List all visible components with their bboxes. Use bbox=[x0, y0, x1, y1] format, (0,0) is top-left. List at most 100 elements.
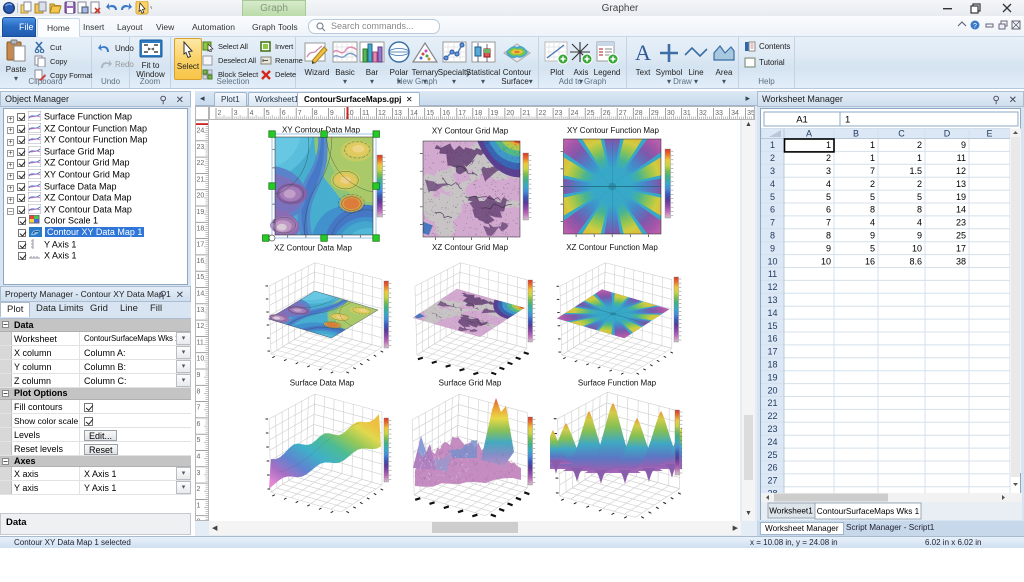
svg-text:5: 5 bbox=[197, 437, 201, 444]
svg-text:18: 18 bbox=[197, 225, 205, 232]
svg-text:A: A bbox=[806, 129, 812, 139]
svg-text:15: 15 bbox=[767, 321, 777, 331]
svg-text:9: 9 bbox=[961, 140, 966, 150]
svg-text:6: 6 bbox=[770, 205, 775, 215]
svg-text:8: 8 bbox=[826, 231, 831, 241]
svg-text:35: 35 bbox=[747, 110, 754, 117]
svg-text:13: 13 bbox=[767, 295, 777, 305]
svg-text:6: 6 bbox=[197, 421, 201, 428]
svg-text:11: 11 bbox=[768, 269, 777, 279]
svg-text:5: 5 bbox=[826, 192, 831, 202]
svg-text:5: 5 bbox=[770, 192, 775, 202]
svg-text:A1: A1 bbox=[796, 115, 808, 126]
svg-text:3: 3 bbox=[770, 166, 775, 176]
svg-text:5: 5 bbox=[870, 192, 875, 202]
svg-text:24: 24 bbox=[767, 437, 777, 447]
svg-text:4: 4 bbox=[770, 179, 775, 189]
svg-text:4: 4 bbox=[197, 454, 201, 461]
svg-text:24: 24 bbox=[197, 128, 205, 135]
svg-text:9: 9 bbox=[197, 372, 201, 379]
svg-text:8: 8 bbox=[870, 205, 875, 215]
svg-text:XY Contour Function Map: XY Contour Function Map bbox=[567, 126, 659, 135]
svg-text:7: 7 bbox=[826, 218, 831, 228]
svg-text:3: 3 bbox=[234, 110, 238, 117]
svg-text:E: E bbox=[986, 129, 992, 139]
svg-text:1: 1 bbox=[917, 153, 922, 163]
svg-text:14: 14 bbox=[197, 291, 205, 298]
svg-text:C: C bbox=[898, 129, 905, 139]
svg-text:10: 10 bbox=[912, 243, 922, 253]
svg-text:15: 15 bbox=[197, 274, 205, 281]
svg-text:8: 8 bbox=[197, 388, 201, 395]
svg-text:23: 23 bbox=[767, 424, 777, 434]
svg-text:13: 13 bbox=[956, 179, 966, 189]
svg-text:11: 11 bbox=[197, 339, 204, 346]
svg-text:Surface Grid Map: Surface Grid Map bbox=[439, 379, 502, 388]
svg-text:12: 12 bbox=[197, 323, 205, 330]
svg-text:7: 7 bbox=[298, 110, 302, 117]
svg-text:12: 12 bbox=[956, 166, 966, 176]
svg-text:4: 4 bbox=[250, 110, 254, 117]
svg-text:XZ Contour Data Map: XZ Contour Data Map bbox=[274, 244, 352, 253]
svg-text:4: 4 bbox=[870, 218, 875, 228]
svg-text:D: D bbox=[944, 129, 951, 139]
svg-text:1: 1 bbox=[870, 153, 875, 163]
svg-text:1: 1 bbox=[197, 502, 201, 509]
svg-text:38: 38 bbox=[956, 256, 966, 266]
svg-text:2: 2 bbox=[826, 153, 831, 163]
svg-text:19: 19 bbox=[767, 372, 777, 382]
svg-text:Worksheet1: Worksheet1 bbox=[769, 507, 813, 516]
svg-text:27: 27 bbox=[767, 476, 777, 486]
svg-text:7: 7 bbox=[197, 405, 201, 412]
svg-text:9: 9 bbox=[330, 110, 334, 117]
svg-text:16: 16 bbox=[767, 334, 777, 344]
svg-text:1: 1 bbox=[870, 140, 875, 150]
svg-text:Surface Data Map: Surface Data Map bbox=[290, 379, 355, 388]
svg-text:8.6: 8.6 bbox=[909, 256, 922, 266]
svg-text:Surface Function Map: Surface Function Map bbox=[578, 379, 657, 388]
svg-text:2: 2 bbox=[917, 179, 922, 189]
svg-text:16: 16 bbox=[197, 258, 205, 265]
svg-text:10: 10 bbox=[821, 256, 831, 266]
svg-text:3: 3 bbox=[826, 166, 831, 176]
svg-text:19: 19 bbox=[956, 192, 966, 202]
svg-text:18: 18 bbox=[767, 360, 777, 370]
svg-text:9: 9 bbox=[917, 231, 922, 241]
svg-text:17: 17 bbox=[956, 243, 966, 253]
svg-text:10: 10 bbox=[197, 356, 205, 363]
svg-text:22: 22 bbox=[767, 411, 777, 421]
svg-text:17: 17 bbox=[767, 347, 777, 357]
svg-text:14: 14 bbox=[956, 205, 966, 215]
svg-text:1: 1 bbox=[826, 140, 831, 150]
svg-text:20: 20 bbox=[767, 385, 777, 395]
svg-text:ContourSurfaceMaps Wks 1: ContourSurfaceMaps Wks 1 bbox=[817, 507, 920, 516]
svg-text:11: 11 bbox=[957, 153, 966, 163]
svg-text:7: 7 bbox=[870, 166, 875, 176]
svg-text:5: 5 bbox=[917, 192, 922, 202]
svg-text:23: 23 bbox=[197, 144, 205, 151]
svg-text:22: 22 bbox=[197, 160, 205, 167]
svg-text:2: 2 bbox=[917, 140, 922, 150]
svg-text:?: ? bbox=[973, 23, 977, 30]
svg-text:5: 5 bbox=[870, 243, 875, 253]
svg-text:0: 0 bbox=[197, 519, 201, 520]
svg-text:16: 16 bbox=[865, 256, 875, 266]
svg-text:4: 4 bbox=[917, 218, 922, 228]
svg-text:1: 1 bbox=[845, 115, 850, 126]
svg-text:14: 14 bbox=[767, 308, 777, 318]
svg-text:7: 7 bbox=[770, 218, 775, 228]
svg-text:10: 10 bbox=[767, 256, 777, 266]
svg-text:XY Contour Grid Map: XY Contour Grid Map bbox=[432, 127, 509, 136]
svg-text:20: 20 bbox=[197, 193, 205, 200]
svg-text:2: 2 bbox=[218, 110, 222, 117]
svg-text:25: 25 bbox=[767, 450, 777, 460]
svg-text:3: 3 bbox=[197, 470, 201, 477]
svg-text:2: 2 bbox=[197, 486, 201, 493]
svg-text:5: 5 bbox=[266, 110, 270, 117]
svg-text:23: 23 bbox=[956, 218, 966, 228]
svg-text:19: 19 bbox=[197, 209, 205, 216]
svg-text:21: 21 bbox=[767, 398, 777, 408]
svg-text:B: B bbox=[853, 129, 859, 139]
svg-text:21: 21 bbox=[197, 176, 205, 183]
svg-text:8: 8 bbox=[770, 231, 775, 241]
